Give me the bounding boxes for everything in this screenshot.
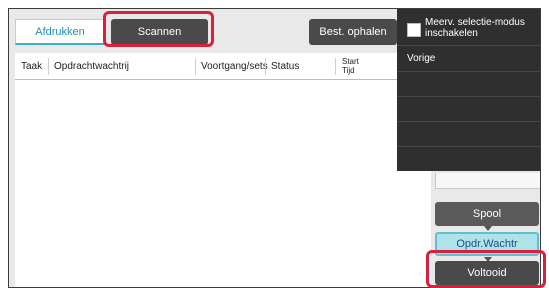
menu-divider [397, 146, 540, 147]
menu-divider [397, 121, 540, 122]
header-start-line2: Tijd [342, 66, 355, 75]
multi-select-checkbox[interactable] [407, 23, 421, 37]
menu-divider [397, 96, 540, 97]
header-queue: Opdrachtwachtrij [54, 60, 130, 72]
table-header: Taak Opdrachtwachtrij Voortgang/sets Sta… [15, 53, 431, 80]
tab-print-label: Afdrukken [35, 25, 85, 38]
header-divider [48, 58, 49, 75]
tab-print[interactable]: Afdrukken [15, 19, 105, 45]
highlight-scan-tab [103, 11, 214, 47]
header-task: Taak [21, 60, 43, 72]
job-queue-label: Opdr.Wachtr [456, 238, 518, 250]
options-menu: Meerv. selectie-modus inschakelen Vorige [397, 9, 540, 171]
header-status: Status [271, 60, 300, 72]
job-status-screen: Afdrukken Scannen Best. ophalen › Taak O… [8, 8, 541, 288]
header-divider [335, 58, 336, 75]
header-divider [265, 58, 266, 75]
menu-divider [397, 71, 540, 72]
arrow-down-icon [484, 226, 492, 231]
header-start-line1: Start [342, 57, 359, 66]
fetch-stored-button[interactable]: Best. ophalen [309, 19, 397, 45]
highlight-completed-button [426, 250, 546, 288]
multi-select-label[interactable]: Meerv. selectie-modus inschakelen [425, 17, 540, 39]
job-table: Taak Opdrachtwachtrij Voortgang/sets Sta… [15, 53, 431, 287]
fetch-stored-label: Best. ophalen [319, 26, 387, 38]
hidden-button-edge [435, 173, 540, 189]
header-start-time: Start Tijd [342, 53, 359, 79]
spool-button[interactable]: Spool [435, 202, 539, 226]
header-divider [195, 58, 196, 75]
header-progress: Voortgang/sets [201, 60, 268, 72]
menu-divider [397, 45, 540, 46]
spool-label: Spool [472, 208, 502, 220]
back-menu-item[interactable]: Vorige [407, 53, 435, 64]
